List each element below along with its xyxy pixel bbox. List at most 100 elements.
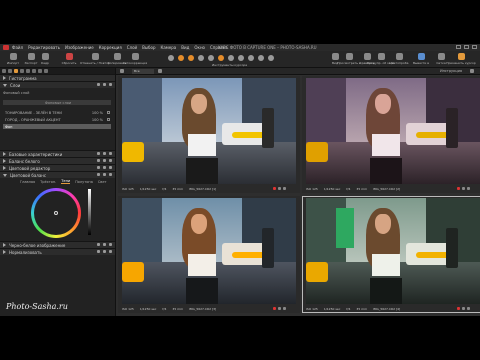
menu-adjustments[interactable]: Коррекция (99, 45, 122, 50)
section-histogram[interactable]: Гистограмма (0, 74, 115, 81)
section-base-characteristics[interactable]: Базовые характеристики (0, 150, 115, 157)
tab-3-way[interactable]: Трёхтон. (40, 180, 56, 184)
album-selector[interactable]: Все (132, 69, 154, 74)
reset-icon[interactable] (103, 83, 106, 86)
section-color-balance[interactable]: Цветовой баланс (0, 171, 115, 178)
annotate-tool-icon[interactable] (248, 55, 254, 61)
pan-tool-icon[interactable] (168, 55, 174, 61)
help-icon[interactable] (97, 152, 100, 155)
tab-details-icon[interactable] (26, 69, 30, 73)
image-tile-2[interactable]: ISO 125 1/1250 sec f/4 35 mm IMG_5627.CR… (302, 76, 480, 193)
menu-select[interactable]: Выбор (142, 45, 155, 50)
more-icon[interactable] (109, 243, 112, 246)
menu-camera[interactable]: Камера (161, 45, 177, 50)
info-icon[interactable] (467, 307, 470, 310)
tab-exposure-icon[interactable] (20, 69, 24, 73)
more-icon[interactable] (109, 173, 112, 176)
red-tag-icon[interactable] (273, 307, 276, 310)
undo-button[interactable]: Отменить / Повтор (80, 52, 110, 67)
tab-library-icon[interactable] (2, 69, 6, 73)
crop-button[interactable]: Кадр (34, 52, 56, 67)
more-icon[interactable] (109, 250, 112, 253)
color-wheel-handle[interactable] (54, 211, 58, 215)
tab-midtones[interactable]: Полутона (75, 180, 93, 184)
rating-icon[interactable] (462, 307, 465, 310)
reset-button[interactable]: Сбросить (58, 52, 80, 67)
section-layers[interactable]: Слои (0, 81, 115, 88)
image-tile-1[interactable]: ISO 125 1/1250 sec f/4 35 mm IMG_5627.CR… (118, 76, 300, 193)
section-black-white[interactable]: Черно-белое изображение (0, 241, 115, 248)
tab-color-icon[interactable] (14, 69, 18, 73)
auto-adjust-button[interactable]: Автокоррекция (123, 52, 147, 67)
tab-metadata-icon[interactable] (38, 69, 42, 73)
rating-icon[interactable] (462, 187, 465, 190)
lightness-slider[interactable] (88, 189, 91, 235)
close-icon[interactable] (472, 45, 477, 49)
help-icon[interactable] (97, 243, 100, 246)
menu-window[interactable]: Окно (194, 45, 205, 50)
info-icon[interactable] (283, 187, 286, 190)
straighten-tool-icon[interactable] (208, 55, 214, 61)
help-icon[interactable] (97, 159, 100, 162)
wb-tool-icon[interactable] (258, 55, 264, 61)
settings-icon[interactable] (470, 69, 474, 73)
image-tile-4-selected[interactable]: ISO 125 1/1250 sec f/4 35 mm IMG_5627.CR… (302, 196, 480, 313)
info-icon[interactable] (283, 307, 286, 310)
more-icon[interactable] (109, 83, 112, 86)
menu-view[interactable]: Вид (181, 45, 189, 50)
reset-icon[interactable] (103, 166, 106, 169)
clone-tool-icon[interactable] (238, 55, 244, 61)
reset-icon[interactable] (103, 243, 106, 246)
heal-tool-icon[interactable] (228, 55, 234, 61)
crop-tool-icon[interactable] (198, 55, 204, 61)
color-wheel[interactable] (31, 188, 81, 238)
help-icon[interactable] (97, 166, 100, 169)
more-icon[interactable] (109, 152, 112, 155)
brush-tool-icon[interactable] (188, 55, 194, 61)
image-tile-3[interactable]: ISO 125 1/1250 sec f/4 35 mm IMG_5627.CR… (118, 196, 300, 313)
help-icon[interactable] (97, 173, 100, 176)
softproof-button[interactable]: Цветопроба (388, 52, 410, 67)
tab-highlights[interactable]: Свет (98, 180, 107, 184)
more-icon[interactable] (109, 159, 112, 162)
picker-tool-icon[interactable] (178, 55, 184, 61)
reset-icon[interactable] (103, 159, 106, 162)
cursor-button[interactable]: Применить курсор (446, 52, 476, 67)
output-button[interactable]: Вывести в (410, 52, 432, 67)
layer-row[interactable]: ТОНИРОВАНИЕ - ЗЕЛЁН В ТЕНИ 100 % (3, 110, 111, 115)
tab-master[interactable]: Главная (20, 180, 35, 184)
tab-shadows[interactable]: Тени (61, 179, 71, 184)
maximize-icon[interactable] (464, 45, 469, 49)
tab-capture-icon[interactable] (8, 69, 12, 73)
minimize-icon[interactable] (456, 45, 461, 49)
layer-checkbox[interactable] (107, 111, 110, 114)
section-white-balance[interactable]: Баланс белого (0, 157, 115, 164)
rating-icon[interactable] (278, 307, 281, 310)
red-tag-icon[interactable] (273, 187, 276, 190)
layer-checkbox[interactable] (107, 118, 110, 121)
help-icon[interactable] (97, 83, 100, 86)
menu-layer[interactable]: Слой (127, 45, 137, 50)
rating-icon[interactable] (278, 187, 281, 190)
section-color-editor[interactable]: Цветовой редактор (0, 164, 115, 171)
chevron-down-icon[interactable] (158, 69, 162, 73)
menu-image[interactable]: Изображение (65, 45, 94, 50)
layer-row[interactable]: ГОРОД - ОРАНЖЕВЫЙ АКЦЕНТ 100 % (3, 117, 111, 122)
keystone-tool-icon[interactable] (268, 55, 274, 61)
reset-icon[interactable] (103, 250, 106, 253)
help-icon[interactable] (97, 250, 100, 253)
red-tag-icon[interactable] (457, 307, 460, 310)
menu-edit[interactable]: Редактировать (28, 45, 60, 50)
info-icon[interactable] (467, 187, 470, 190)
more-icon[interactable] (109, 166, 112, 169)
section-normalize[interactable]: Нормализовать (0, 248, 115, 255)
menu-file[interactable]: Файл (12, 45, 23, 50)
reset-icon[interactable] (103, 173, 106, 176)
layer-row-selected[interactable]: Фон (3, 124, 111, 129)
tab-lens-icon[interactable] (32, 69, 36, 73)
red-tag-icon[interactable] (457, 187, 460, 190)
reset-icon[interactable] (103, 152, 106, 155)
tab-output-icon[interactable] (44, 69, 48, 73)
filter-icon[interactable] (120, 69, 124, 73)
mask-tool-icon[interactable] (218, 55, 224, 61)
